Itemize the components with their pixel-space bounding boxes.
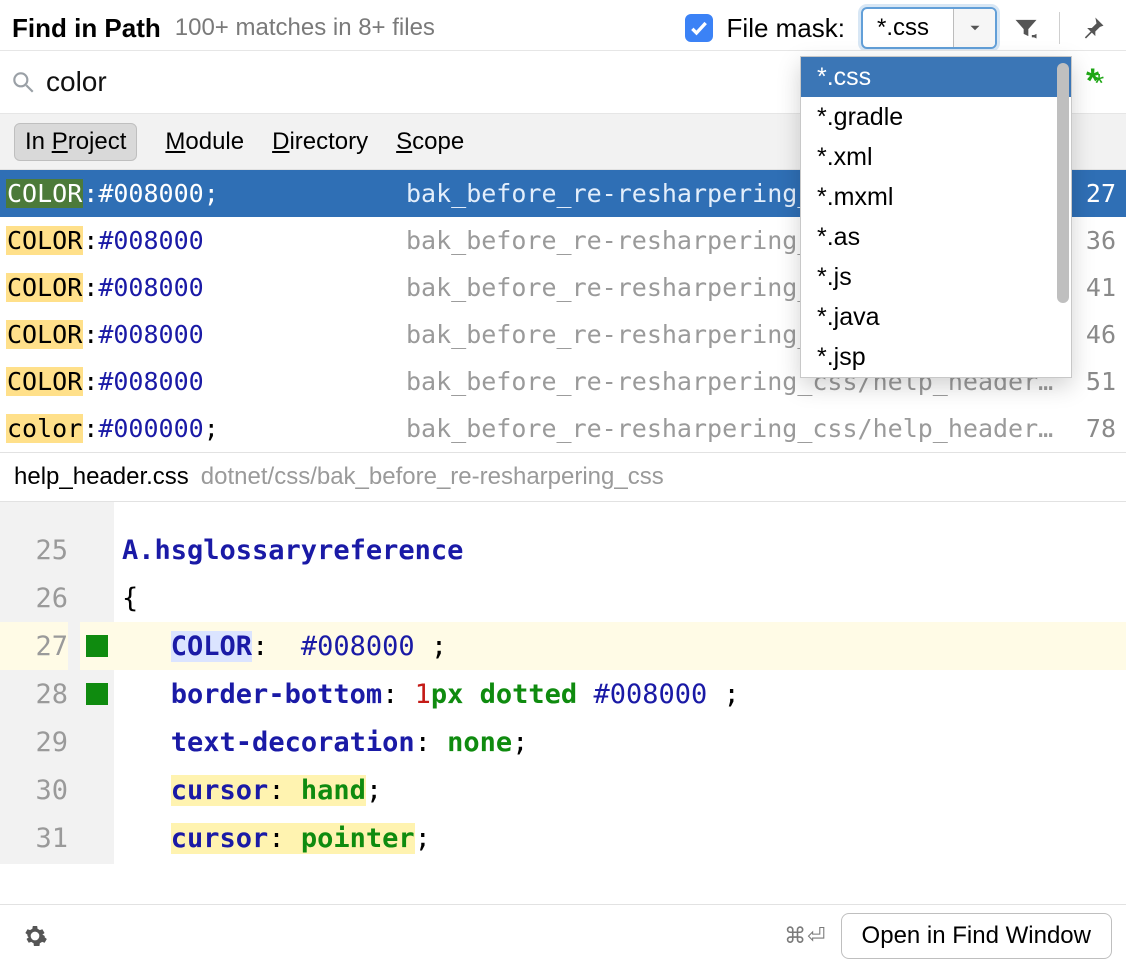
file-mask-dropdown-button[interactable] (953, 9, 995, 47)
file-mask-indicator-icon[interactable] (1080, 66, 1112, 98)
dropdown-option[interactable]: *.xml (801, 137, 1071, 177)
dropdown-option[interactable]: *.mxml (801, 177, 1071, 217)
file-mask-value[interactable]: *.css (863, 9, 953, 47)
file-mask-checkbox[interactable] (685, 14, 713, 42)
filter-icon[interactable] (1005, 7, 1047, 49)
result-line-number: 41 (1070, 273, 1116, 302)
result-row[interactable]: color: #000000;bak_before_re-resharperin… (0, 405, 1126, 452)
separator (1059, 12, 1060, 44)
file-mask-dropdown[interactable]: *.css*.gradle*.xml*.mxml*.as*.js*.java*.… (800, 56, 1072, 378)
tab-in-project[interactable]: In Project (14, 123, 137, 161)
preview-filename: help_header.css (14, 463, 189, 491)
tab-scope[interactable]: Scope (396, 128, 464, 156)
file-mask-label: File mask: (727, 13, 845, 44)
dropdown-option[interactable]: *.java (801, 297, 1071, 337)
match-highlight: COLOR (6, 367, 83, 396)
result-line-number: 27 (1070, 179, 1116, 208)
match-count: 100+ matches in 8+ files (175, 14, 435, 42)
result-path: bak_before_re-resharpering_css/help_head… (406, 414, 1062, 443)
tab-directory[interactable]: Directory (272, 128, 368, 156)
line-number: 26 (0, 574, 68, 622)
code-line[interactable]: { (114, 574, 1126, 622)
match-highlight: COLOR (6, 320, 83, 349)
color-swatch-icon (86, 635, 108, 657)
code-line[interactable]: border-bottom: 1px dotted #008000 ; (114, 670, 1126, 718)
line-number: 28 (0, 670, 68, 718)
gutter-marks (80, 502, 114, 864)
code-line[interactable]: text-decoration: none; (114, 718, 1126, 766)
dropdown-option[interactable]: *.css (801, 57, 1071, 97)
line-number: 25 (0, 526, 68, 574)
preview-header: help_header.css dotnet/css/bak_before_re… (0, 452, 1126, 502)
line-number: 29 (0, 718, 68, 766)
tab-module[interactable]: Module (165, 128, 244, 156)
dropdown-option[interactable]: *.gradle (801, 97, 1071, 137)
result-line-number: 36 (1070, 226, 1116, 255)
result-line-number: 51 (1070, 367, 1116, 396)
file-mask-combobox[interactable]: *.css (861, 7, 997, 49)
match-highlight: COLOR (6, 179, 83, 208)
result-line-number: 46 (1070, 320, 1116, 349)
settings-icon[interactable] (14, 915, 56, 957)
code-line[interactable]: cursor: pointer; (114, 814, 1126, 862)
dropdown-scrollbar[interactable] (1057, 63, 1069, 303)
code-lines[interactable]: A.hsglossaryreference{ COLOR: #008000 ; … (114, 502, 1126, 864)
code-line[interactable]: A.hsglossaryreference (114, 526, 1126, 574)
dropdown-option[interactable]: *.js (801, 257, 1071, 297)
gutter: 25262728293031 (0, 502, 80, 864)
match-highlight: color (6, 414, 83, 443)
search-icon (10, 69, 36, 95)
dialog-title: Find in Path (12, 13, 161, 44)
dialog-header: Find in Path 100+ matches in 8+ files Fi… (0, 0, 1126, 50)
code-line[interactable]: cursor: hand; (114, 766, 1126, 814)
preview-location: dotnet/css/bak_before_re-resharpering_cs… (201, 463, 664, 491)
line-number: 27 (0, 622, 68, 670)
line-number: 31 (0, 814, 68, 862)
code-preview[interactable]: 25262728293031 A.hsglossaryreference{ CO… (0, 502, 1126, 864)
line-number: 30 (0, 766, 68, 814)
open-in-find-window-button[interactable]: Open in Find Window (841, 913, 1112, 959)
result-line-number: 78 (1070, 414, 1116, 443)
dropdown-option[interactable]: *.as (801, 217, 1071, 257)
pin-icon[interactable] (1072, 7, 1114, 49)
dropdown-option[interactable]: *.jsp (801, 337, 1071, 377)
code-line[interactable]: COLOR: #008000 ; (114, 622, 1126, 670)
match-highlight: COLOR (6, 226, 83, 255)
dialog-footer: ⌘⏎ Open in Find Window (0, 904, 1126, 966)
shortcut-hint: ⌘⏎ (784, 923, 826, 949)
color-swatch-icon (86, 683, 108, 705)
match-highlight: COLOR (6, 273, 83, 302)
